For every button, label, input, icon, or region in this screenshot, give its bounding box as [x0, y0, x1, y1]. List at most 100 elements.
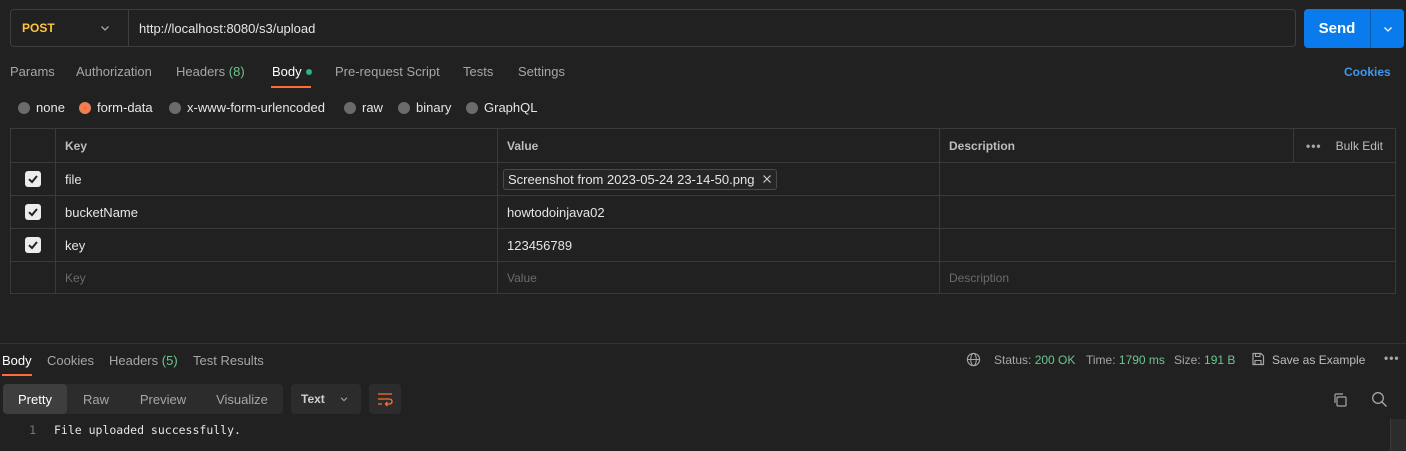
- modified-dot-icon: [305, 68, 312, 75]
- tab-prerequest-script[interactable]: Pre-request Script: [335, 64, 440, 79]
- method-select[interactable]: POST: [11, 10, 129, 46]
- radio-raw[interactable]: raw: [344, 100, 383, 115]
- response-tab-headers-label: Headers: [109, 353, 159, 368]
- format-label: Text: [301, 392, 325, 406]
- row-checkbox[interactable]: [25, 237, 41, 253]
- chevron-down-icon: [101, 26, 109, 31]
- radio-form-data-label: form-data: [97, 100, 153, 115]
- response-tab-headers-count: (5): [161, 353, 178, 368]
- tab-settings[interactable]: Settings: [518, 64, 565, 79]
- response-time: Time: 1790 ms: [1086, 353, 1165, 367]
- time-label: Time:: [1086, 353, 1116, 367]
- save-as-example-button[interactable]: Save as Example: [1272, 353, 1365, 367]
- search-icon[interactable]: [1371, 391, 1388, 408]
- wrap-lines-button[interactable]: [369, 384, 401, 414]
- response-tab-test-results[interactable]: Test Results: [193, 353, 264, 368]
- row-description[interactable]: [940, 229, 1395, 261]
- copy-icon[interactable]: [1332, 392, 1348, 408]
- file-name: Screenshot from 2023-05-24 23-14-50.png: [508, 171, 755, 187]
- url-bar: POST: [10, 9, 1296, 47]
- send-options-button[interactable]: [1371, 9, 1404, 48]
- response-tab-headers[interactable]: Headers (5): [109, 353, 178, 368]
- chevron-down-icon: [1383, 26, 1392, 32]
- active-tab-indicator: [2, 374, 32, 376]
- response-view-group: Pretty Raw Preview Visualize: [3, 384, 283, 414]
- scrollbar[interactable]: [1390, 419, 1406, 451]
- size-value: 191 B: [1204, 353, 1236, 367]
- row-key[interactable]: file: [56, 163, 498, 195]
- tab-params[interactable]: Params: [10, 64, 55, 79]
- check-icon: [28, 208, 38, 217]
- send-button[interactable]: Send: [1304, 9, 1371, 48]
- row-checkbox[interactable]: [25, 204, 41, 220]
- radio-raw-label: raw: [362, 100, 383, 115]
- table-row: key 123456789: [11, 229, 1395, 262]
- tab-headers-count: (8): [228, 64, 245, 79]
- radio-urlencoded-label: x-www-form-urlencoded: [187, 100, 325, 115]
- header-value: Value: [498, 129, 940, 162]
- row-description[interactable]: [940, 196, 1395, 228]
- radio-form-data[interactable]: form-data: [79, 100, 153, 115]
- table-empty-row: Key Value Description: [11, 262, 1395, 293]
- method-label: POST: [22, 21, 55, 35]
- active-tab-indicator: [271, 86, 311, 88]
- row-check-cell: [11, 196, 56, 228]
- radio-binary-label: binary: [416, 100, 452, 115]
- check-icon: [28, 175, 38, 184]
- row-value[interactable]: Screenshot from 2023-05-24 23-14-50.png: [498, 163, 940, 195]
- bulk-edit-area: ••• Bulk Edit: [1293, 129, 1395, 162]
- radio-graphql-label: GraphQL: [484, 100, 538, 115]
- view-raw[interactable]: Raw: [67, 384, 125, 414]
- response-size: Size: 191 B: [1174, 353, 1235, 367]
- response-tab-cookies[interactable]: Cookies: [47, 353, 94, 368]
- time-value: 1790 ms: [1118, 353, 1165, 367]
- globe-icon[interactable]: [966, 352, 981, 367]
- save-icon: [1252, 352, 1265, 366]
- view-pretty[interactable]: Pretty: [3, 384, 67, 414]
- row-checkbox[interactable]: [25, 171, 41, 187]
- bulk-edit-button[interactable]: Bulk Edit: [1336, 139, 1383, 153]
- response-divider[interactable]: [0, 343, 1406, 344]
- view-preview[interactable]: Preview: [125, 384, 201, 414]
- row-key[interactable]: bucketName: [56, 196, 498, 228]
- tab-tests[interactable]: Tests: [463, 64, 493, 79]
- new-value-input[interactable]: Value: [498, 262, 940, 293]
- more-options-icon[interactable]: •••: [1384, 351, 1400, 365]
- line-number: 1: [29, 423, 36, 437]
- radio-binary[interactable]: binary: [398, 100, 451, 115]
- tab-headers-label: Headers: [176, 64, 226, 79]
- view-visualize[interactable]: Visualize: [201, 384, 283, 414]
- size-label: Size:: [1174, 353, 1201, 367]
- more-options-icon[interactable]: •••: [1306, 139, 1322, 153]
- format-select[interactable]: Text: [291, 384, 361, 414]
- row-check-cell: [11, 163, 56, 195]
- table-header-row: Key Value Description ••• Bulk Edit: [11, 129, 1395, 163]
- url-input[interactable]: [129, 10, 1295, 46]
- radio-icon: [344, 101, 356, 114]
- status-label: Status:: [994, 353, 1032, 367]
- new-description-input[interactable]: Description: [940, 262, 1395, 293]
- row-value[interactable]: howtodoinjava02: [498, 196, 940, 228]
- radio-selected-icon: [79, 101, 91, 114]
- chevron-down-icon: [340, 397, 348, 402]
- response-tab-body[interactable]: Body: [2, 353, 32, 368]
- radio-none[interactable]: none: [18, 100, 65, 115]
- close-icon[interactable]: [762, 174, 772, 184]
- wrap-icon: [378, 393, 393, 407]
- table-row: bucketName howtodoinjava02: [11, 196, 1395, 229]
- row-value[interactable]: 123456789: [498, 229, 940, 261]
- radio-none-label: none: [36, 100, 65, 115]
- tab-authorization[interactable]: Authorization: [76, 64, 152, 79]
- row-description[interactable]: [940, 163, 1395, 195]
- tab-headers[interactable]: Headers (8): [176, 64, 245, 79]
- radio-graphql[interactable]: GraphQL: [466, 100, 537, 115]
- row-check-cell: [11, 262, 56, 293]
- tab-body-label: Body: [272, 64, 302, 79]
- new-key-input[interactable]: Key: [56, 262, 498, 293]
- row-key[interactable]: key: [56, 229, 498, 261]
- radio-urlencoded[interactable]: x-www-form-urlencoded: [169, 100, 325, 115]
- cookies-link[interactable]: Cookies: [1344, 65, 1391, 79]
- table-row: file Screenshot from 2023-05-24 23-14-50…: [11, 163, 1395, 196]
- tab-body[interactable]: Body: [272, 64, 312, 79]
- response-code-line: 1 File uploaded successfully.: [0, 421, 1390, 439]
